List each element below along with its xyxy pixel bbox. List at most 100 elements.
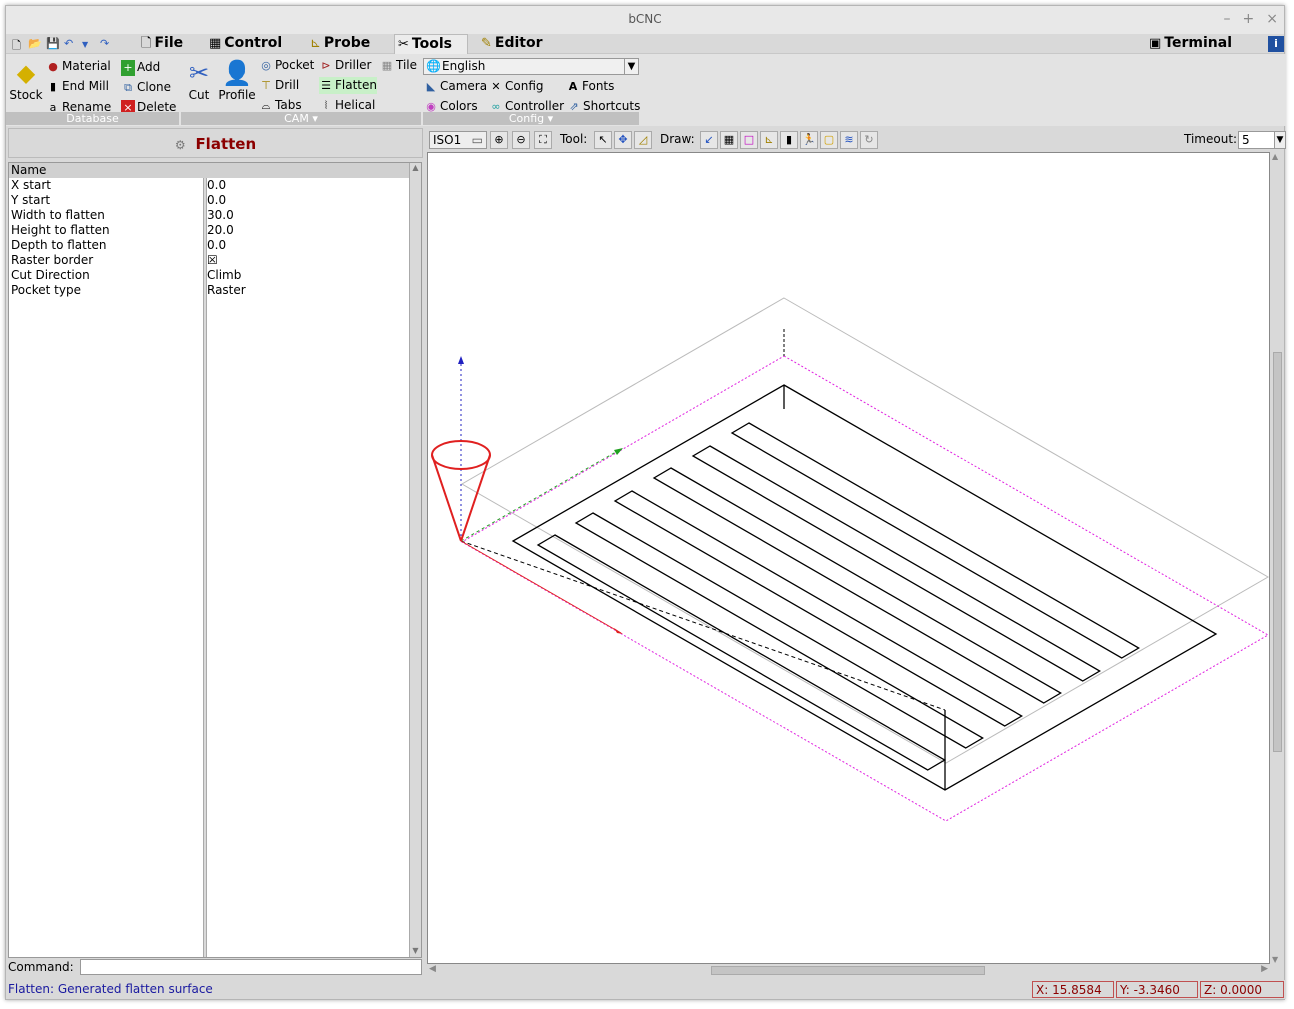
tools-tab-icon: ✂: [398, 37, 409, 52]
minimize-button[interactable]: –: [1224, 11, 1231, 27]
workarea-icon[interactable]: ▮: [780, 131, 798, 149]
command-bar: Command:: [8, 958, 423, 976]
timeout-chevron-down-icon[interactable]: ▼: [1274, 131, 1286, 149]
command-input[interactable]: [80, 959, 422, 975]
property-value[interactable]: Climb: [207, 268, 241, 283]
camera-view-icon[interactable]: ▢: [820, 131, 838, 149]
vertical-scroll-thumb[interactable]: [1273, 352, 1282, 752]
tool-header: ⚙ Flatten: [8, 128, 423, 158]
rapid-motion-icon[interactable]: 🏃: [800, 131, 818, 149]
margins-icon[interactable]: □: [740, 131, 758, 149]
ruler-icon[interactable]: ◿: [634, 131, 652, 149]
property-value[interactable]: 20.0: [207, 223, 234, 238]
cut-button[interactable]: ✂ Cut: [184, 58, 214, 102]
tab-control[interactable]: ▦ Control: [206, 34, 298, 54]
add-button[interactable]: + Add: [121, 59, 160, 76]
pocket-icon: ◎: [261, 59, 271, 72]
property-row[interactable]: Cut Direction Climb: [9, 268, 409, 283]
flatten-button[interactable]: ☰ Flatten: [319, 77, 377, 94]
property-name: Height to flatten: [11, 223, 110, 237]
view-select[interactable]: ISO1 ▭: [429, 131, 487, 149]
zoom-in-icon[interactable]: ⊕: [490, 131, 508, 149]
tile-button[interactable]: ▦ Tile: [380, 57, 417, 74]
open-file-icon[interactable]: 📂: [28, 37, 42, 50]
property-value[interactable]: 30.0: [207, 208, 234, 223]
material-button[interactable]: ● Material: [46, 58, 111, 75]
profile-button[interactable]: 👤 Profile: [217, 58, 257, 102]
tab-editor[interactable]: ✎ Editor: [478, 34, 558, 54]
zoom-out-icon[interactable]: ⊖: [512, 131, 530, 149]
stock-button[interactable]: ◆ Stock: [9, 58, 43, 102]
gear-icon: ⚙: [174, 138, 186, 152]
property-row[interactable]: Name: [9, 163, 409, 178]
property-value[interactable]: Raster: [207, 283, 246, 298]
info-icon[interactable]: i: [1268, 36, 1284, 52]
scroll-right-icon[interactable]: ▶: [1261, 964, 1268, 974]
property-row[interactable]: Depth to flatten 0.0: [9, 238, 409, 253]
language-select[interactable]: 🌐 English ▼: [423, 58, 639, 75]
close-button[interactable]: ×: [1266, 11, 1278, 27]
tab-probe[interactable]: ⊾ Probe: [307, 34, 383, 54]
canvas-vertical-scrollbar[interactable]: ▲ ▼: [1271, 152, 1284, 964]
fonts-button[interactable]: A Fonts: [566, 78, 615, 95]
probe-draw-icon[interactable]: ⊾: [760, 131, 778, 149]
driller-button[interactable]: ⊳ Driller: [319, 57, 371, 74]
scroll-up-icon[interactable]: ▲: [410, 163, 421, 174]
tab-terminal[interactable]: ▣ Terminal: [1146, 34, 1246, 54]
property-name: Width to flatten: [11, 208, 105, 222]
property-row[interactable]: Pocket type Raster: [9, 283, 409, 298]
zoom-fit-icon[interactable]: ⛶: [534, 131, 552, 149]
camera-button[interactable]: ◣ Camera: [424, 78, 487, 95]
property-value[interactable]: 0.0: [207, 178, 226, 193]
cam-group-label[interactable]: CAM ▾: [181, 112, 421, 125]
gcode-canvas[interactable]: [427, 152, 1270, 964]
property-row[interactable]: X start 0.0: [9, 178, 409, 193]
file-tab-icon: 🗋: [141, 36, 152, 51]
config-button[interactable]: ✕ Config: [489, 78, 543, 95]
tile-icon: ▦: [381, 59, 393, 72]
select-pointer-icon[interactable]: ↖: [594, 131, 612, 149]
bcnc-window: bCNC – + × 🗋 📂 💾 ↶ ▼ ↷ 🗋 File ▦ Control ⊾ Pro…: [5, 5, 1286, 1000]
margins-outline: [460, 355, 1270, 822]
property-row[interactable]: Width to flatten 30.0: [9, 208, 409, 223]
horizontal-scroll-thumb[interactable]: [711, 966, 985, 975]
control-tab-icon: ▦: [209, 36, 222, 51]
save-icon[interactable]: 💾: [46, 37, 60, 50]
canvas-horizontal-scrollbar[interactable]: ◀ ▶: [427, 964, 1270, 977]
scroll-down-icon[interactable]: ▼: [410, 946, 421, 957]
config-group-label[interactable]: Config ▾: [423, 112, 639, 125]
chevron-down-icon[interactable]: ▼: [624, 59, 638, 74]
scroll-left-icon[interactable]: ◀: [429, 964, 436, 974]
property-value[interactable]: 0.0: [207, 193, 226, 208]
property-table[interactable]: Name X start 0.0 Y start 0.0 Width to flatten…: [8, 162, 422, 958]
property-value[interactable]: 0.0: [207, 238, 226, 253]
axes-icon[interactable]: ↙: [700, 131, 718, 149]
redo-icon[interactable]: ↷: [100, 37, 109, 50]
redraw-icon[interactable]: ↻: [860, 131, 878, 149]
raster-strip: [730, 422, 1140, 659]
tab-file[interactable]: 🗋 File: [138, 34, 194, 54]
scroll-down-icon[interactable]: ▼: [1272, 955, 1278, 964]
property-scrollbar[interactable]: ▲ ▼: [409, 163, 421, 957]
timeout-input[interactable]: 5: [1238, 131, 1278, 149]
undo-icon[interactable]: ↶: [64, 37, 73, 50]
clone-button[interactable]: ⧉ Clone: [121, 79, 171, 96]
end-mill-button[interactable]: ▮ End Mill: [46, 78, 109, 95]
raster-strip: [613, 490, 1023, 727]
pocket-button[interactable]: ◎ Pocket: [259, 57, 314, 74]
grid-icon[interactable]: ▦: [720, 131, 738, 149]
tab-tools[interactable]: ✂ Tools: [394, 34, 468, 54]
wrench-icon: ✕: [491, 80, 501, 93]
pan-move-icon[interactable]: ✥: [614, 131, 632, 149]
paths-icon[interactable]: ≋: [840, 131, 858, 149]
property-row[interactable]: Y start 0.0: [9, 193, 409, 208]
property-value[interactable]: ☒: [207, 253, 218, 268]
z-position: Z: 0.0000: [1200, 981, 1284, 998]
undo-history-icon[interactable]: ▼: [82, 40, 88, 49]
stock-icon: ◆: [16, 59, 36, 87]
drill-button[interactable]: ⊤ Drill: [259, 77, 299, 94]
property-row[interactable]: Raster border ☒: [9, 253, 409, 268]
maximize-button[interactable]: +: [1243, 11, 1255, 27]
scroll-up-icon[interactable]: ▲: [1272, 152, 1278, 161]
property-row[interactable]: Height to flatten 20.0: [9, 223, 409, 238]
